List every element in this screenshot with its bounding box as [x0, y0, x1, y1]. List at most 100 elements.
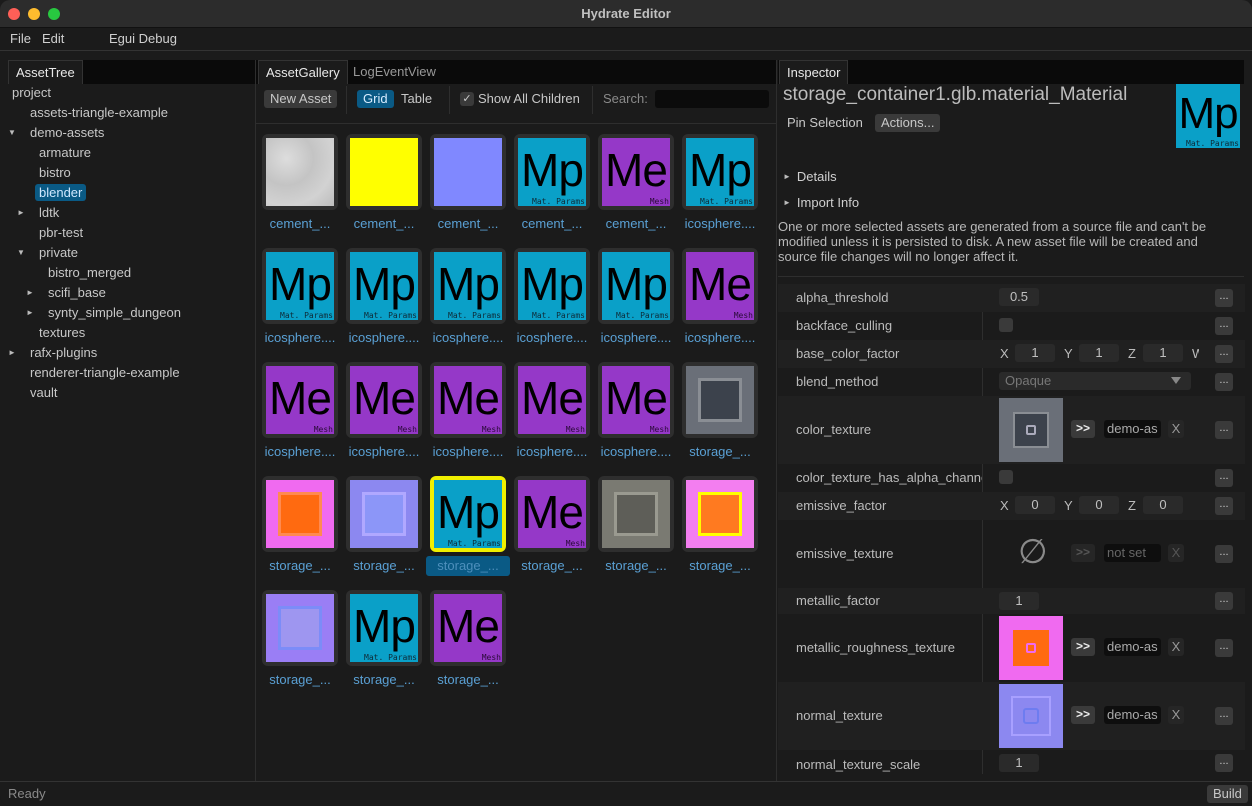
tab-asset-tree[interactable]: AssetTree: [8, 60, 83, 84]
show-all-children-checkbox[interactable]: ✓: [460, 92, 474, 106]
tree-item[interactable]: armature: [0, 144, 250, 162]
has-alpha-channel-checkbox[interactable]: [999, 470, 1013, 484]
gallery-item[interactable]: Mp Mat. Params icosphere....: [598, 248, 674, 352]
gallery-item[interactable]: Me Mesh icosphere....: [514, 362, 590, 466]
menu-file[interactable]: File: [10, 31, 31, 46]
tree-item[interactable]: ► ldtk: [0, 204, 250, 222]
clear-texture-button[interactable]: X: [1168, 420, 1184, 438]
gallery-item[interactable]: Mp Mat. Params icosphere....: [682, 134, 758, 238]
tree-item[interactable]: ► rafx-plugins: [0, 344, 250, 362]
open-texture-button[interactable]: >>: [1071, 544, 1095, 562]
tree-item[interactable]: ▼ demo-assets: [0, 124, 250, 142]
menu-edit[interactable]: Edit: [42, 31, 64, 46]
gallery-item[interactable]: cement_...: [346, 134, 422, 238]
property-menu-button[interactable]: ...: [1215, 592, 1233, 610]
new-asset-button[interactable]: New Asset: [264, 90, 338, 108]
grid-view-toggle[interactable]: Grid: [357, 90, 394, 108]
gallery-item[interactable]: Mp Mat. Params icosphere....: [430, 248, 506, 352]
actions-button[interactable]: Actions...: [875, 114, 941, 132]
tab-inspector[interactable]: Inspector: [779, 60, 849, 84]
property-menu-button[interactable]: ...: [1215, 707, 1233, 725]
base-color-x-field[interactable]: 1: [1015, 344, 1055, 362]
gallery-item[interactable]: Me Mesh cement_...: [598, 134, 674, 238]
tree-item[interactable]: textures: [0, 324, 250, 342]
details-header[interactable]: ► Details: [783, 169, 837, 184]
gallery-item[interactable]: Me Mesh icosphere....: [346, 362, 422, 466]
expanded-arrow-icon[interactable]: ▼: [17, 248, 25, 257]
tree-item[interactable]: renderer-triangle-example: [0, 364, 250, 382]
property-menu-button[interactable]: ...: [1215, 497, 1233, 515]
clear-texture-button[interactable]: X: [1168, 706, 1184, 724]
tree-item[interactable]: bistro: [0, 164, 250, 182]
gallery-item[interactable]: storage_...: [682, 362, 758, 466]
collapsed-arrow-icon[interactable]: ►: [26, 288, 34, 297]
collapsed-arrow-icon[interactable]: ►: [8, 348, 16, 357]
base-color-z-field[interactable]: 1: [1143, 344, 1183, 362]
show-all-children-label[interactable]: Show All Children: [478, 91, 580, 106]
gallery-item[interactable]: storage_...: [598, 476, 674, 580]
color-texture-path[interactable]: demo-as: [1104, 420, 1161, 438]
open-texture-button[interactable]: >>: [1071, 420, 1095, 438]
tree-item[interactable]: ▼ private: [0, 244, 250, 262]
tab-log-event-view[interactable]: LogEventView: [346, 60, 443, 84]
tab-asset-gallery[interactable]: AssetGallery: [258, 60, 348, 84]
collapsed-arrow-icon[interactable]: ►: [26, 308, 34, 317]
emissive-y-field[interactable]: 0: [1079, 496, 1119, 514]
gallery-item[interactable]: Mp Mat. Params cement_...: [514, 134, 590, 238]
metallic-roughness-texture-path[interactable]: demo-as: [1104, 638, 1161, 656]
tree-item[interactable]: ► synty_simple_dungeon: [0, 304, 250, 322]
gallery-item[interactable]: storage_...: [346, 476, 422, 580]
property-menu-button[interactable]: ...: [1215, 754, 1233, 772]
gallery-item[interactable]: storage_...: [682, 476, 758, 580]
tree-item[interactable]: pbr-test: [0, 224, 250, 242]
open-texture-button[interactable]: >>: [1071, 706, 1095, 724]
menu-egui-debug[interactable]: Egui Debug: [109, 31, 177, 46]
gallery-item[interactable]: storage_...: [262, 476, 338, 580]
tree-item[interactable]: assets-triangle-example: [0, 104, 250, 122]
pin-selection-button[interactable]: Pin Selection: [781, 114, 869, 132]
build-button[interactable]: Build: [1207, 785, 1248, 803]
expanded-arrow-icon[interactable]: ▼: [8, 128, 16, 137]
search-input[interactable]: [655, 90, 769, 108]
open-texture-button[interactable]: >>: [1071, 638, 1095, 656]
gallery-item[interactable]: Me Mesh storage_...: [514, 476, 590, 580]
property-menu-button[interactable]: ...: [1215, 545, 1233, 563]
tree-item[interactable]: vault: [0, 384, 250, 402]
gallery-item[interactable]: Me Mesh icosphere....: [682, 248, 758, 352]
table-view-toggle[interactable]: Table: [395, 90, 438, 108]
property-menu-button[interactable]: ...: [1215, 289, 1233, 307]
property-menu-button[interactable]: ...: [1215, 639, 1233, 657]
normal-texture-path[interactable]: demo-as: [1104, 706, 1161, 724]
gallery-item[interactable]: Mp Mat. Params icosphere....: [346, 248, 422, 352]
gallery-item[interactable]: Me Mesh icosphere....: [262, 362, 338, 466]
gallery-item[interactable]: Mp Mat. Params icosphere....: [262, 248, 338, 352]
emissive-z-field[interactable]: 0: [1143, 496, 1183, 514]
emissive-texture-path[interactable]: not set: [1104, 544, 1161, 562]
tree-item[interactable]: bistro_merged: [0, 264, 250, 282]
blend-method-dropdown[interactable]: Opaque: [999, 372, 1191, 390]
property-menu-button[interactable]: ...: [1215, 469, 1233, 487]
collapsed-arrow-icon[interactable]: ►: [17, 208, 25, 217]
panel-divider[interactable]: [255, 60, 256, 781]
gallery-item[interactable]: Mp Mat. Params icosphere....: [514, 248, 590, 352]
clear-texture-button[interactable]: X: [1168, 544, 1184, 562]
property-menu-button[interactable]: ...: [1215, 317, 1233, 335]
emissive-x-field[interactable]: 0: [1015, 496, 1055, 514]
gallery-item[interactable]: Me Mesh storage_...: [430, 590, 506, 694]
clear-texture-button[interactable]: X: [1168, 638, 1184, 656]
tree-item[interactable]: ► scifi_base: [0, 284, 250, 302]
property-menu-button[interactable]: ...: [1215, 421, 1233, 439]
gallery-item[interactable]: cement_...: [430, 134, 506, 238]
metallic-factor-field[interactable]: 1: [999, 592, 1039, 610]
property-menu-button[interactable]: ...: [1215, 373, 1233, 391]
gallery-item[interactable]: cement_...: [262, 134, 338, 238]
gallery-item[interactable]: storage_...: [262, 590, 338, 694]
base-color-y-field[interactable]: 1: [1079, 344, 1119, 362]
property-menu-button[interactable]: ...: [1215, 345, 1233, 363]
tree-item[interactable]: project: [0, 84, 250, 102]
gallery-item[interactable]: Me Mesh icosphere....: [598, 362, 674, 466]
tree-item[interactable]: blender: [0, 184, 250, 202]
gallery-item[interactable]: Me Mesh icosphere....: [430, 362, 506, 466]
import-info-header[interactable]: ► Import Info: [783, 195, 859, 210]
alpha-threshold-field[interactable]: 0.5: [999, 288, 1039, 306]
